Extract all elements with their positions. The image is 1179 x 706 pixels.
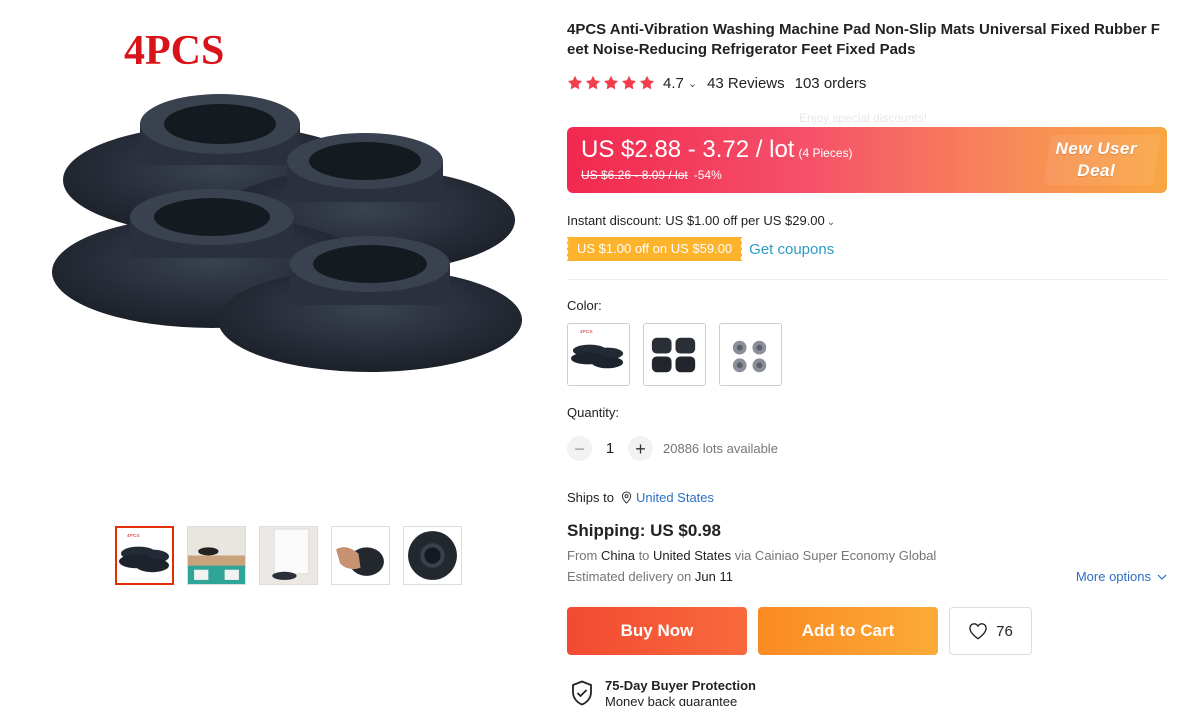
star-icon (585, 75, 601, 90)
quantity-plus-button[interactable]: + (628, 436, 653, 461)
thumbnail-image (404, 527, 461, 584)
main-product-image[interactable]: 4PCS (40, 20, 540, 500)
rating-stars (567, 75, 655, 91)
color-option-image (644, 324, 705, 385)
orders-count: 103 orders (794, 74, 867, 92)
delivery-prefix: Estimated delivery on (567, 569, 692, 584)
protection-title: 75-Day Buyer Protection (605, 678, 756, 693)
chevron-down-icon: ⌄ (826, 217, 836, 228)
from-prefix: From (567, 548, 598, 563)
discount-percent: -54% (693, 168, 722, 182)
star-icon (567, 75, 583, 90)
price-range: US $2.88 - 3.72 / lot (581, 136, 795, 163)
thumbnail-strip: 4PCS (115, 526, 462, 585)
reviews-link[interactable]: 43 Reviews (707, 75, 785, 92)
ships-to-label: Ships to (567, 490, 614, 505)
chevron-down-icon[interactable]: ⌄ (688, 77, 697, 90)
star-icon (621, 75, 637, 90)
color-option-3[interactable] (719, 323, 782, 386)
thumbnail-4[interactable] (331, 526, 390, 585)
more-options-link[interactable]: More options (1076, 569, 1167, 584)
color-option-1[interactable]: 4PCS (567, 323, 630, 386)
original-price: US $6.26 - 8.09 / lot -54% (581, 168, 722, 182)
to-word: to (638, 548, 650, 563)
divider (567, 279, 1167, 280)
instant-discount[interactable]: Instant discount: US $1.00 off per US $2… (567, 213, 845, 228)
shipping-price: Shipping: US $0.98 (567, 521, 721, 540)
coupon-row: US $1.00 off on US $59.00 Get coupons (565, 237, 834, 261)
protection-subtitle: Money back guarantee (605, 694, 738, 706)
color-option-image: 4PCS (568, 324, 629, 385)
more-options-label: More options (1075, 569, 1151, 584)
carrier: via Cainiao Super Economy Global (734, 548, 937, 563)
estimated-delivery: Estimated delivery on Jun 11 (567, 569, 733, 584)
delivery-date: Jun 11 (694, 569, 733, 584)
deal-line-2: Deal (1077, 161, 1116, 180)
color-option-image (720, 324, 781, 385)
rating-value[interactable]: 4.7 (663, 75, 684, 92)
quantity-label: Quantity: (567, 405, 620, 420)
new-user-deal-badge: New User Deal (1056, 138, 1137, 182)
thumbnail-5[interactable] (403, 526, 462, 585)
original-price-value: US $6.26 - 8.09 / lot (581, 168, 688, 182)
instant-discount-text: Instant discount: US $1.00 off per US $2… (567, 213, 825, 228)
thumbnail-image: 4PCS (117, 528, 172, 583)
product-title: 4PCS Anti-Vibration Washing Machine Pad … (567, 21, 1160, 58)
lots-available: 20886 lots available (663, 441, 778, 456)
wishlist-button[interactable]: 76 (949, 607, 1032, 655)
from-country: China (600, 548, 635, 563)
rating-row: 4.7 ⌄ 43 Reviews 103 orders (567, 73, 1167, 93)
svg-text:4PCS: 4PCS (127, 533, 141, 539)
action-buttons: Buy Now Add to Cart 76 (567, 607, 1032, 655)
thumbnail-image (332, 527, 389, 584)
thumbnail-3[interactable] (259, 526, 318, 585)
thumbnail-image (260, 527, 317, 584)
price-unit-note: (4 Pieces) (798, 146, 853, 160)
to-country: United States (653, 548, 732, 563)
rubber-pads-illustration: 4PCS (52, 28, 522, 372)
chevron-down-icon (1157, 574, 1167, 580)
get-coupons-link[interactable]: Get coupons (749, 241, 834, 258)
buy-now-button[interactable]: Buy Now (567, 607, 747, 655)
add-to-cart-button[interactable]: Add to Cart (758, 607, 938, 655)
product-gallery: 4PCS 4PCS (0, 0, 560, 706)
quantity-minus-button[interactable]: − (567, 436, 592, 461)
thumbnail-image (188, 527, 245, 584)
price-banner: US $2.88 - 3.72 / lot (4 Pieces) US $6.26… (567, 127, 1167, 193)
star-icon (639, 75, 655, 90)
location-pin-icon (621, 491, 632, 504)
quantity-value[interactable]: 1 (592, 440, 628, 457)
product-info: 4PCS Anti-Vibration Washing Machine Pad … (565, 20, 1167, 706)
faint-promo-text: Enjoy special discounts! (799, 111, 928, 125)
color-option-2[interactable] (643, 323, 706, 386)
deal-line-1: New User (1055, 139, 1137, 158)
ships-to-row: Ships to United States (567, 490, 714, 505)
color-options: 4PCS (567, 323, 782, 386)
ships-to-country[interactable]: United States (636, 490, 714, 505)
color-label: Color: (567, 298, 602, 313)
current-price: US $2.88 - 3.72 / lot (4 Pieces) (581, 136, 853, 164)
buyer-protection: 75-Day Buyer Protection Money back guara… (571, 678, 756, 706)
star-icon (603, 75, 619, 90)
heart-icon (969, 623, 987, 640)
wishlist-count: 76 (996, 622, 1013, 640)
overlay-text: 4PCS (124, 28, 224, 74)
svg-text:4PCS: 4PCS (580, 329, 594, 335)
quantity-stepper: − 1 + 20886 lots available (567, 436, 778, 461)
coupon-tag[interactable]: US $1.00 off on US $59.00 (565, 237, 743, 261)
thumbnail-1[interactable]: 4PCS (115, 526, 174, 585)
thumbnail-2[interactable] (187, 526, 246, 585)
shield-check-icon (572, 680, 592, 706)
shipping-route: From China to United States via Cainiao … (567, 548, 936, 563)
